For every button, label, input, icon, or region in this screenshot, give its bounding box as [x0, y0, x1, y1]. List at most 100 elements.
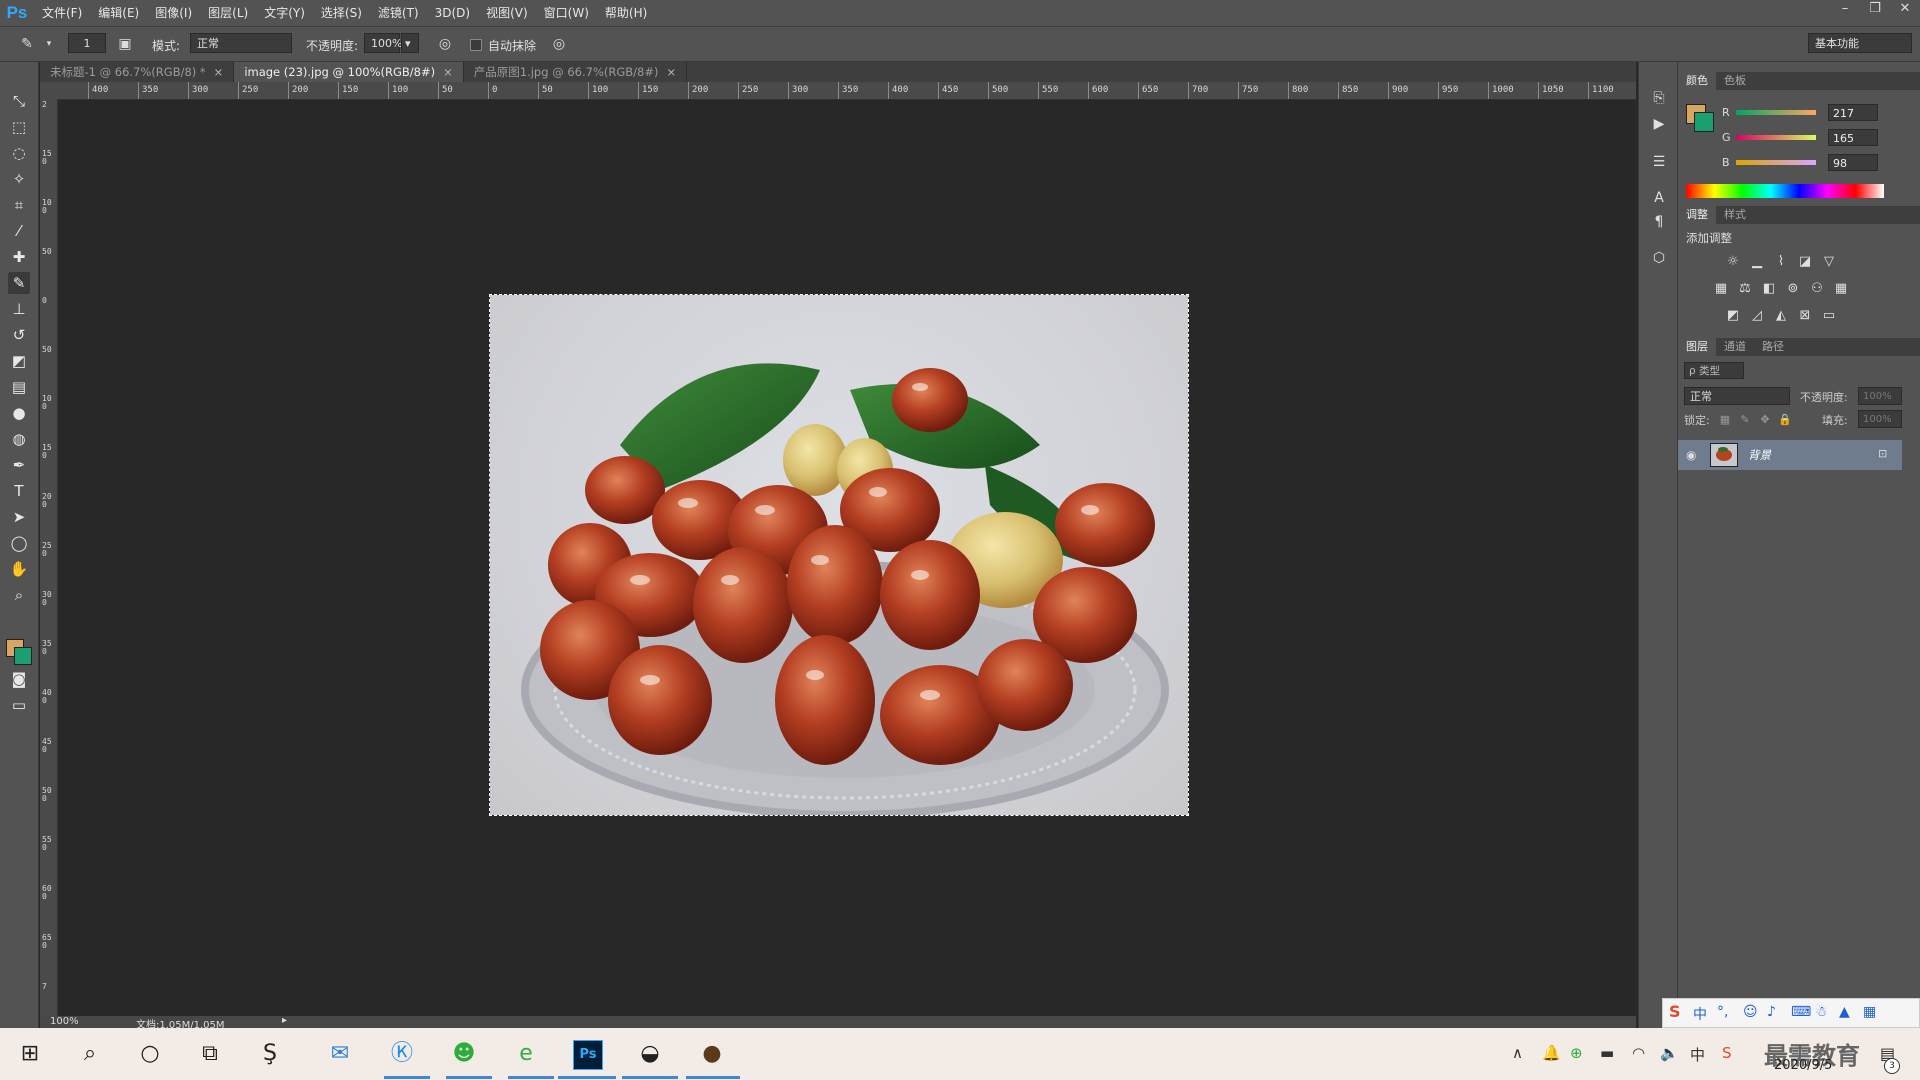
ellipse-tool-icon[interactable]: ◯: [8, 532, 30, 554]
security-app-icon[interactable]: ⊕: [1570, 1044, 1583, 1062]
dodge-tool-icon[interactable]: ◍: [8, 428, 30, 450]
chevron-down-icon[interactable]: ▾: [40, 35, 58, 53]
color-spectrum-ramp[interactable]: [1686, 184, 1884, 198]
windows-start-icon[interactable]: ⊞: [12, 1036, 48, 1072]
gradient-map-icon[interactable]: ▭: [1820, 308, 1838, 324]
layer-filter-select[interactable]: ρ 类型: [1684, 362, 1744, 379]
wechat-icon[interactable]: ☻: [446, 1036, 482, 1072]
mode-select[interactable]: 正常: [190, 33, 292, 53]
tray-chevron-up-icon[interactable]: ∧: [1512, 1044, 1523, 1062]
selective-color-icon[interactable]: ⊠: [1796, 308, 1814, 324]
threshold-icon[interactable]: ◭: [1772, 308, 1790, 324]
blue-slider[interactable]: B 98: [1722, 154, 1912, 176]
zoom-level[interactable]: 100%: [50, 1016, 79, 1027]
red-value-input[interactable]: 217: [1828, 104, 1878, 121]
3d-panel-icon[interactable]: ⬡: [1649, 248, 1669, 268]
red-slider[interactable]: R 217: [1722, 104, 1912, 126]
tab-paths[interactable]: 路径: [1754, 338, 1792, 356]
eraser-tool-icon[interactable]: ◩: [8, 350, 30, 372]
move-tool-icon[interactable]: ⤡: [8, 90, 30, 112]
posterize-icon[interactable]: ◿: [1748, 308, 1766, 324]
menu-filter[interactable]: 滤镜(T): [370, 0, 427, 26]
hue-saturation-icon[interactable]: ▦: [1712, 281, 1730, 297]
ime-mode-chinese[interactable]: 中: [1693, 1004, 1707, 1024]
history-panel-icon[interactable]: ⎘: [1649, 88, 1669, 108]
ime-indicator[interactable]: 中: [1690, 1044, 1705, 1065]
menu-window[interactable]: 窗口(W): [536, 0, 597, 26]
ime-voice-icon[interactable]: ♪: [1767, 1004, 1776, 1020]
red-track[interactable]: [1736, 110, 1816, 115]
opacity-dropdown-icon[interactable]: ▾: [401, 33, 419, 53]
menu-edit[interactable]: 编辑(E): [90, 0, 147, 26]
ime-toolbox-icon[interactable]: ▦: [1863, 1004, 1876, 1020]
channel-mixer-icon[interactable]: ⚇: [1808, 281, 1826, 297]
pen-tool-icon[interactable]: ✒: [8, 454, 30, 476]
close-button[interactable]: ✕: [1890, 0, 1920, 20]
browser-icon[interactable]: e: [508, 1036, 544, 1072]
invert-icon[interactable]: ◩: [1724, 308, 1742, 324]
fill-input[interactable]: 100%: [1858, 410, 1902, 428]
pressure-opacity-icon[interactable]: ◎: [436, 35, 454, 53]
layer-opacity-input[interactable]: 100%: [1858, 387, 1902, 405]
brush-size-picker[interactable]: 1: [68, 33, 106, 53]
ime-punctuation-icon[interactable]: °,: [1717, 1004, 1728, 1020]
opacity-input[interactable]: 100%: [364, 33, 402, 53]
app-s-icon[interactable]: Ş: [252, 1036, 288, 1072]
tab-color[interactable]: 颜色: [1678, 72, 1716, 90]
ime-keyboard-icon[interactable]: ⌨: [1791, 1004, 1811, 1020]
type-tool-icon[interactable]: T: [8, 480, 30, 502]
menu-file[interactable]: 文件(F): [34, 0, 90, 26]
tab-product-original[interactable]: 产品原图1.jpg @ 66.7%(RGB/8#) ×: [464, 62, 688, 82]
healing-brush-tool-icon[interactable]: ✚: [8, 246, 30, 268]
history-brush-tool-icon[interactable]: ↺: [8, 324, 30, 346]
layer-name[interactable]: 背景: [1748, 447, 1771, 463]
vibrance-icon[interactable]: ▽: [1820, 254, 1838, 270]
tab-close-icon[interactable]: ×: [443, 65, 453, 79]
cortana-icon[interactable]: ○: [132, 1036, 168, 1072]
actions-panel-icon[interactable]: ▶: [1649, 114, 1669, 134]
hand-tool-icon[interactable]: ✋: [8, 558, 30, 580]
tab-styles[interactable]: 样式: [1716, 206, 1754, 224]
gradient-tool-icon[interactable]: ▤: [8, 376, 30, 398]
sogou-ime-icon[interactable]: S: [1722, 1044, 1732, 1062]
background-color-swatch[interactable]: [14, 647, 32, 665]
status-menu-arrow-icon[interactable]: ▸: [282, 1015, 287, 1026]
marquee-tool-icon[interactable]: ⬚: [8, 116, 30, 138]
color-lookup-icon[interactable]: ▦: [1832, 281, 1850, 297]
ime-skin-icon[interactable]: ▲: [1839, 1004, 1850, 1020]
photos-app-icon[interactable]: ◒: [632, 1036, 668, 1072]
tab-close-icon[interactable]: ×: [666, 65, 676, 79]
color-balance-icon[interactable]: ⚖: [1736, 281, 1754, 297]
tab-adjustments[interactable]: 调整: [1678, 206, 1716, 224]
menu-layer[interactable]: 图层(L): [200, 0, 256, 26]
volume-icon[interactable]: 🔈: [1660, 1044, 1679, 1062]
restore-button[interactable]: ❐: [1860, 0, 1890, 20]
levels-icon[interactable]: ▁: [1748, 254, 1766, 270]
eyedropper-tool-icon[interactable]: ⁄: [8, 220, 30, 242]
clone-stamp-tool-icon[interactable]: ⊥: [8, 298, 30, 320]
tab-layers[interactable]: 图层: [1678, 338, 1716, 356]
ime-user-icon[interactable]: ☃: [1815, 1004, 1828, 1020]
photo-filter-icon[interactable]: ⊚: [1784, 281, 1802, 297]
blue-value-input[interactable]: 98: [1828, 154, 1878, 171]
sogou-logo-icon[interactable]: S: [1669, 1002, 1681, 1021]
zoom-tool-icon[interactable]: ⌕: [8, 584, 30, 606]
tab-image-23[interactable]: image (23).jpg @ 100%(RGB/8#) ×: [234, 62, 464, 82]
pencil-tool-preset-icon[interactable]: ✎: [18, 35, 36, 53]
lock-all-icon[interactable]: 🔒: [1776, 412, 1794, 428]
green-track[interactable]: [1736, 135, 1816, 140]
green-slider[interactable]: G 165: [1722, 129, 1912, 151]
tab-swatches[interactable]: 色板: [1716, 72, 1754, 90]
workspace-select[interactable]: 基本功能: [1808, 33, 1912, 53]
color-panel-background-swatch[interactable]: [1694, 112, 1714, 132]
pencil-tool-icon[interactable]: ✎: [8, 272, 30, 294]
green-value-input[interactable]: 165: [1828, 129, 1878, 146]
tab-close-icon[interactable]: ×: [214, 65, 224, 79]
quick-mask-icon[interactable]: ◙: [8, 668, 30, 690]
photoshop-taskbar-icon[interactable]: Ps: [570, 1036, 606, 1072]
brightness-icon[interactable]: ☼: [1724, 254, 1742, 270]
paragraph-panel-icon[interactable]: ¶: [1649, 212, 1669, 232]
menu-select[interactable]: 选择(S): [313, 0, 370, 26]
blue-track[interactable]: [1736, 160, 1816, 165]
task-view-icon[interactable]: ⧉: [192, 1036, 228, 1072]
